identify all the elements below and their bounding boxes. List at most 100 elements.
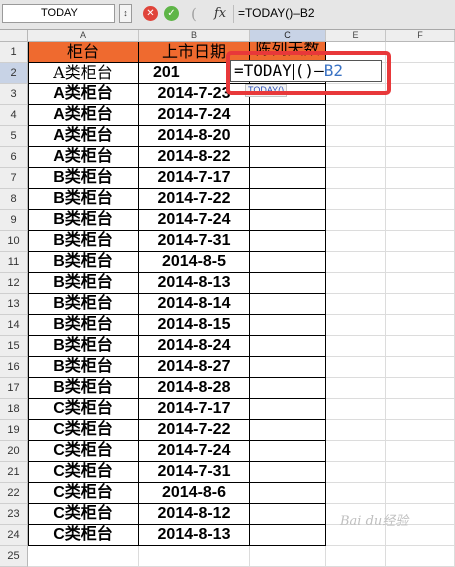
- launch-date-cell[interactable]: 2014-7-24: [139, 105, 250, 126]
- row-header[interactable]: 9: [0, 210, 28, 231]
- display-days-cell[interactable]: [250, 273, 326, 294]
- display-days-cell[interactable]: [250, 294, 326, 315]
- counter-cell[interactable]: C类柜台: [28, 462, 139, 483]
- row-header[interactable]: 13: [0, 294, 28, 315]
- empty-cell[interactable]: [386, 210, 455, 231]
- launch-date-cell[interactable]: 2014-8-13: [139, 273, 250, 294]
- display-days-cell[interactable]: [250, 357, 326, 378]
- counter-cell[interactable]: C类柜台: [28, 504, 139, 525]
- confirm-icon[interactable]: ✓: [164, 6, 179, 21]
- row-header[interactable]: 24: [0, 525, 28, 546]
- launch-date-cell[interactable]: 2014-8-14: [139, 294, 250, 315]
- counter-cell[interactable]: A类柜台: [28, 63, 139, 84]
- row-header[interactable]: 20: [0, 441, 28, 462]
- display-days-cell[interactable]: [250, 231, 326, 252]
- formula-input[interactable]: =TODAY()–B2: [238, 4, 448, 23]
- launch-date-cell[interactable]: 2014-7-22: [139, 420, 250, 441]
- display-days-cell[interactable]: [250, 420, 326, 441]
- launch-date-cell[interactable]: 2014-7-31: [139, 231, 250, 252]
- empty-cell[interactable]: [386, 378, 455, 399]
- counter-cell[interactable]: C类柜台: [28, 420, 139, 441]
- row-header[interactable]: 10: [0, 231, 28, 252]
- counter-cell[interactable]: B类柜台: [28, 252, 139, 273]
- display-days-cell[interactable]: [250, 105, 326, 126]
- counter-cell[interactable]: B类柜台: [28, 315, 139, 336]
- row-header[interactable]: 19: [0, 420, 28, 441]
- launch-date-cell[interactable]: 2014-8-28: [139, 378, 250, 399]
- empty-cell[interactable]: [386, 189, 455, 210]
- display-days-cell[interactable]: [250, 399, 326, 420]
- empty-cell[interactable]: [386, 462, 455, 483]
- empty-cell[interactable]: [326, 126, 386, 147]
- launch-date-cell[interactable]: 2014-7-17: [139, 168, 250, 189]
- row-header[interactable]: 22: [0, 483, 28, 504]
- display-days-cell[interactable]: [250, 336, 326, 357]
- insert-function-icon[interactable]: fx: [214, 4, 226, 24]
- row-header[interactable]: 6: [0, 147, 28, 168]
- display-days-cell[interactable]: [250, 378, 326, 399]
- empty-cell[interactable]: [386, 147, 455, 168]
- row-header[interactable]: 23: [0, 504, 28, 525]
- row-header[interactable]: 3: [0, 84, 28, 105]
- launch-date-cell[interactable]: 2014-7-31: [139, 462, 250, 483]
- empty-cell[interactable]: [326, 231, 386, 252]
- counter-cell[interactable]: B类柜台: [28, 210, 139, 231]
- empty-cell[interactable]: [386, 441, 455, 462]
- name-box[interactable]: TODAY: [2, 4, 115, 23]
- counter-cell[interactable]: A类柜台: [28, 84, 139, 105]
- display-days-cell[interactable]: [250, 168, 326, 189]
- column-header-c[interactable]: C: [250, 30, 326, 42]
- display-days-cell[interactable]: [250, 441, 326, 462]
- display-days-cell[interactable]: [250, 210, 326, 231]
- empty-cell[interactable]: [386, 315, 455, 336]
- empty-cell[interactable]: [386, 231, 455, 252]
- empty-cell[interactable]: [386, 357, 455, 378]
- column-header-a[interactable]: A: [28, 30, 139, 42]
- cell-editor[interactable]: =TODAY ()–B2: [230, 60, 382, 82]
- function-tooltip[interactable]: TODAY(): [245, 84, 288, 97]
- display-days-cell[interactable]: [250, 483, 326, 504]
- empty-cell[interactable]: [326, 252, 386, 273]
- counter-cell[interactable]: B类柜台: [28, 231, 139, 252]
- empty-cell[interactable]: [326, 105, 386, 126]
- launch-date-cell[interactable]: 2014-8-12: [139, 504, 250, 525]
- counter-cell[interactable]: A类柜台: [28, 126, 139, 147]
- counter-cell[interactable]: C类柜台: [28, 525, 139, 546]
- counter-cell[interactable]: A类柜台: [28, 147, 139, 168]
- display-days-cell[interactable]: [250, 315, 326, 336]
- launch-date-cell[interactable]: 2014-8-15: [139, 315, 250, 336]
- counter-cell[interactable]: B类柜台: [28, 378, 139, 399]
- empty-cell[interactable]: [326, 378, 386, 399]
- column-header-b[interactable]: B: [139, 30, 250, 42]
- empty-cell[interactable]: [386, 399, 455, 420]
- row-header[interactable]: 16: [0, 357, 28, 378]
- row-header[interactable]: 17: [0, 378, 28, 399]
- empty-cell[interactable]: [386, 336, 455, 357]
- empty-cell[interactable]: [326, 189, 386, 210]
- empty-cell[interactable]: [386, 273, 455, 294]
- launch-date-cell[interactable]: 2014-8-20: [139, 126, 250, 147]
- empty-cell[interactable]: [326, 273, 386, 294]
- row-header[interactable]: 15: [0, 336, 28, 357]
- row-header[interactable]: 11: [0, 252, 28, 273]
- display-days-cell[interactable]: [250, 147, 326, 168]
- row-header[interactable]: 21: [0, 462, 28, 483]
- row-header[interactable]: 12: [0, 273, 28, 294]
- row-header[interactable]: 18: [0, 399, 28, 420]
- empty-cell[interactable]: [326, 441, 386, 462]
- launch-date-cell[interactable]: 2014-8-22: [139, 147, 250, 168]
- empty-cell[interactable]: [326, 399, 386, 420]
- empty-cell[interactable]: [326, 420, 386, 441]
- row-header[interactable]: 4: [0, 105, 28, 126]
- launch-date-cell[interactable]: 2014-8-6: [139, 483, 250, 504]
- empty-cell[interactable]: [326, 336, 386, 357]
- empty-cell[interactable]: [386, 63, 455, 84]
- display-days-cell[interactable]: [250, 126, 326, 147]
- empty-cell[interactable]: [386, 105, 455, 126]
- row-header[interactable]: 1: [0, 42, 28, 63]
- display-days-cell[interactable]: [250, 462, 326, 483]
- launch-date-cell[interactable]: 2014-8-13: [139, 525, 250, 546]
- empty-cell[interactable]: [386, 84, 455, 105]
- empty-cell[interactable]: [326, 147, 386, 168]
- launch-date-cell[interactable]: 2014-8-24: [139, 336, 250, 357]
